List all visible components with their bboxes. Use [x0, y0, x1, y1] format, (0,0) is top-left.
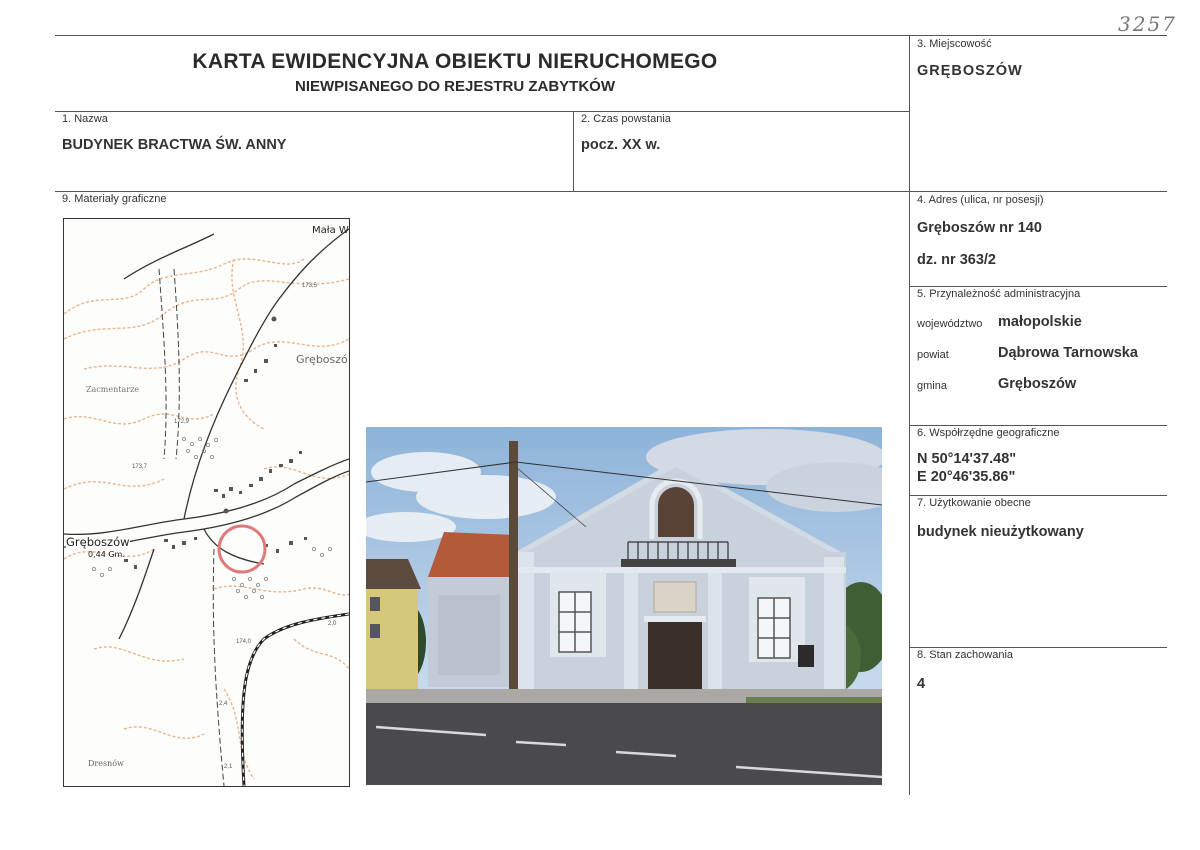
map-railway-km-20: 2,0 [328, 621, 337, 627]
rule-section8 [910, 647, 1167, 648]
value-latitude: N 50°14'37.48" [917, 451, 1017, 467]
map-label-gm: 0,44 Gm. [88, 550, 125, 559]
field-value-nazwa: BUDYNEK BRACTWA ŚW. ANNY [62, 137, 287, 153]
value-powiat: Dąbrowa Tarnowska [998, 345, 1138, 361]
field-label-miejscowosc: 3. Miejscowość [917, 38, 992, 50]
field-label-adres: 4. Adres (ulica, nr posesji) [917, 194, 1044, 206]
page-title: KARTA EWIDENCYJNA OBIEKTU NIERUCHOMEGO [192, 50, 718, 73]
photo-annex [428, 532, 518, 687]
rule-section6 [910, 425, 1167, 426]
field-label-nazwa: 1. Nazwa [62, 113, 108, 125]
label-wojewodztwo: województwo [917, 318, 983, 330]
field-label-czas: 2. Czas powstania [581, 113, 671, 125]
field-value-czas: pocz. XX w. [581, 137, 661, 153]
map-railway-km-24: 2,4 [219, 701, 228, 707]
map-elevation-1737: 173,7 [132, 464, 148, 470]
map-orchard-symbols [91, 436, 332, 599]
map-contours [64, 258, 349, 780]
map-railway-km-21: 2,1 [224, 764, 233, 770]
rule-section7 [910, 495, 1167, 496]
field-value-miejscowosc: GRĘBOSZÓW [917, 63, 1023, 79]
map-buildings [124, 316, 307, 569]
field-value-adres-line2: dz. nr 363/2 [917, 252, 996, 268]
field-value-adres-line1: Gręboszów nr 140 [917, 220, 1042, 236]
map-roads [64, 228, 349, 640]
page-subtitle: NIEWPISANEGO DO REJESTRU ZABYTKÓW [294, 78, 616, 95]
rule-right-column [909, 35, 910, 795]
field-label-przynaleznosc: 5. Przynależność administracyjna [917, 288, 1081, 300]
location-marker-circle [217, 524, 267, 574]
map-elevation-1735: 173,5 [302, 283, 318, 289]
field-label-materialy: 9. Materiały graficzne [62, 193, 167, 205]
rule-mid-column [573, 111, 574, 191]
value-wojewodztwo: małopolskie [998, 314, 1082, 330]
map-elevation-1729: 172,9 [174, 419, 190, 425]
label-gmina: gmina [917, 380, 947, 392]
value-gmina: Gręboszów [998, 376, 1077, 392]
rule-row1-bottom [55, 191, 1167, 192]
field-value-stan: 4 [917, 676, 926, 692]
rule-section5 [910, 286, 1167, 287]
field-label-stan: 8. Stan zachowania [917, 649, 1014, 661]
field-label-uzytkowanie: 7. Użytkowanie obecne [917, 497, 1031, 509]
value-longitude: E 20°46'35.86" [917, 469, 1016, 485]
map-label-greboszow-west: Gręboszów [66, 535, 130, 549]
building-photo-drawing [366, 427, 882, 785]
map-label-greboszow-east: Gręboszó [296, 353, 348, 366]
map-elevation-1740: 174,0 [236, 639, 252, 645]
label-powiat: powiat [917, 349, 949, 361]
map-label-dresnow: Dresnów [88, 759, 124, 768]
photo-neighbour-house [366, 559, 421, 689]
rule-header-bottom [55, 111, 910, 112]
map-label-mala: Mała W [312, 225, 349, 236]
top-rule [55, 35, 1167, 36]
archive-number: 3257 [1118, 12, 1177, 36]
map-label-zacmentarze: Zacmentarze [86, 385, 140, 394]
building-photo [366, 427, 882, 785]
location-map: Mała W Gręboszó Zacmentarze Gręboszów 0,… [63, 218, 350, 787]
field-value-uzytkowanie: budynek nieużytkowany [917, 524, 1084, 540]
field-label-wspolrzedne: 6. Współrzędne geograficzne [917, 427, 1060, 439]
map-drawing [64, 228, 349, 786]
